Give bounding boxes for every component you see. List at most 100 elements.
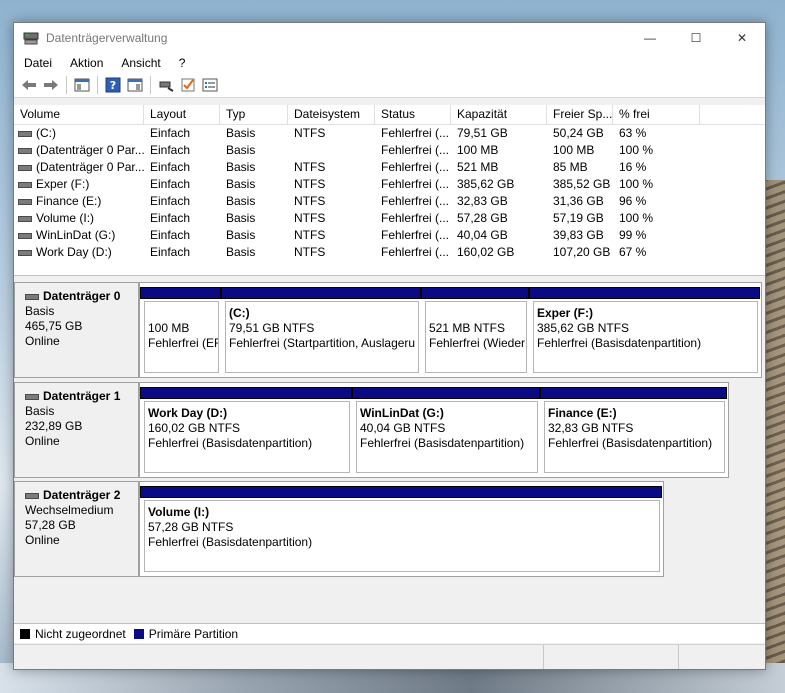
partition-block[interactable]: WinLinDat (G:) 40,04 GB NTFS Fehlerfrei (B…: [352, 387, 540, 473]
cell-prozent-frei: 63 %: [619, 126, 647, 140]
partition-size: 32,83 GB NTFS: [548, 421, 634, 435]
cell-status: Fehlerfrei (...: [381, 143, 450, 157]
cell-dateisystem: NTFS: [294, 228, 326, 242]
partition-name: Finance (E:): [548, 406, 617, 420]
volume-name: Finance (E:): [36, 194, 102, 208]
disk-icon: [25, 492, 39, 499]
svg-text:?: ?: [110, 79, 116, 92]
volume-row[interactable]: Volume (I:) Einfach Basis NTFS Fehlerfrei (.…: [14, 210, 765, 227]
column-header-dateisystem[interactable]: Dateisystem: [288, 105, 375, 124]
partition-name: Exper (F:): [537, 306, 594, 320]
menu-aktion[interactable]: Aktion: [64, 56, 109, 70]
cell-layout: Einfach: [150, 177, 191, 191]
partition-block[interactable]: Exper (F:) 385,62 GB NTFS Fehlerfrei (Basi…: [529, 287, 760, 373]
partition-status: Fehlerfrei (Basisdatenpartition): [548, 436, 713, 450]
properties-icon: [127, 78, 143, 92]
menu-ansicht[interactable]: Ansicht: [115, 56, 166, 70]
cell-layout: Einfach: [150, 211, 191, 225]
volume-row[interactable]: Exper (F:) Einfach Basis NTFS Fehlerfrei (..…: [14, 176, 765, 193]
maximize-icon: ☐: [690, 31, 702, 45]
partition-block[interactable]: ​521 MB NTFSFehlerfrei (Wieder: [421, 287, 529, 373]
volume-row[interactable]: Work Day (D:) Einfach Basis NTFS Fehlerfrei …: [14, 244, 765, 261]
settings-list-button[interactable]: [199, 75, 221, 95]
cell-freier-speicher: 107,20 GB: [553, 245, 611, 259]
volume-list-header: Volume Layout Typ Dateisystem Status Kap…: [14, 105, 765, 125]
partition-block[interactable]: Work Day (D:) 160,02 GB NTFS Fehlerfrei (B…: [140, 387, 352, 473]
drive-icon: [18, 147, 32, 154]
volume-row[interactable]: (Datenträger 0 Par... Einfach Basis NTFS Feh…: [14, 159, 765, 176]
menu-help[interactable]: ?: [173, 56, 192, 70]
drive-icon: [18, 249, 32, 256]
volume-row[interactable]: Finance (E:) Einfach Basis NTFS Fehlerfrei (…: [14, 193, 765, 210]
cell-status: Fehlerfrei (...: [381, 194, 450, 208]
cell-layout: Einfach: [150, 228, 191, 242]
partition-body: Finance (E:) 32,83 GB NTFS Fehlerfrei (Bas…: [544, 401, 725, 473]
disk-management-window: Datenträgerverwaltung — ☐ ✕ Datei Aktion…: [13, 22, 766, 670]
disk-name: Datenträger 2: [25, 488, 138, 503]
disk-label[interactable]: Datenträger 2 Wechselmedium 57,28 GB Online: [14, 481, 139, 577]
partition-size: 100 MB: [148, 321, 190, 335]
cell-typ: Basis: [226, 194, 256, 208]
disk-label[interactable]: Datenträger 0 Basis 465,75 GB Online: [14, 282, 139, 378]
column-header-prozent-frei[interactable]: % frei: [613, 105, 700, 124]
help-button[interactable]: ?: [102, 75, 124, 95]
disk-type: Basis: [25, 304, 55, 318]
partition-status: Fehlerfrei (Wieder: [429, 336, 526, 350]
cell-volume: (Datenträger 0 Par...: [14, 142, 144, 159]
drive-icon: [18, 164, 32, 171]
disk-name-text: Datenträger 0: [43, 289, 121, 303]
partition-name: Volume (I:): [148, 505, 210, 519]
partition-status: Fehlerfrei (Basisdatenpartition): [360, 436, 525, 450]
column-header-kapazitaet[interactable]: Kapazität: [451, 105, 547, 124]
cell-kapazitaet: 160,02 GB: [457, 245, 515, 259]
partition-body: (C:) 79,51 GB NTFS Fehlerfrei (Startpartit…: [225, 301, 419, 373]
close-button[interactable]: ✕: [719, 23, 765, 53]
column-header-freier-speicher[interactable]: Freier Sp...: [547, 105, 613, 124]
cell-dateisystem: NTFS: [294, 194, 326, 208]
disk-2: Datenträger 2 Wechselmedium 57,28 GB Online…: [14, 481, 664, 577]
volume-row[interactable]: WinLinDat (G:) Einfach Basis NTFS Fehlerfrei…: [14, 227, 765, 244]
properties-button[interactable]: [124, 75, 146, 95]
cell-freier-speicher: 85 MB: [553, 160, 588, 174]
partition-size: 57,28 GB NTFS: [148, 520, 234, 534]
toolbar: ?: [14, 73, 765, 98]
rescan-button[interactable]: [155, 75, 177, 95]
drive-icon: [18, 198, 32, 205]
volume-row[interactable]: (Datenträger 0 Par... Einfach Basis Fehlerf…: [14, 142, 765, 159]
partition-block[interactable]: Finance (E:) 32,83 GB NTFS Fehlerfrei (Bas…: [540, 387, 727, 473]
volume-list: Volume Layout Typ Dateisystem Status Kap…: [14, 105, 765, 276]
cell-kapazitaet: 57,28 GB: [457, 211, 508, 225]
column-header-typ[interactable]: Typ: [220, 105, 288, 124]
disk-partition-area: Volume (I:) 57,28 GB NTFS Fehlerfrei (Basi…: [139, 481, 664, 577]
console-tree-button[interactable]: [71, 75, 93, 95]
volume-row[interactable]: (C:) Einfach Basis NTFS Fehlerfrei (... 79,51…: [14, 125, 765, 142]
disk-label[interactable]: Datenträger 1 Basis 232,89 GB Online: [14, 382, 139, 478]
cell-typ: Basis: [226, 143, 256, 157]
cell-layout: Einfach: [150, 126, 191, 140]
cell-kapazitaet: 385,62 GB: [457, 177, 515, 191]
partition-block[interactable]: (C:) 79,51 GB NTFS Fehlerfrei (Startpartit…: [221, 287, 421, 373]
cell-dateisystem: NTFS: [294, 160, 326, 174]
drive-icon: [18, 130, 32, 137]
volume-name: Volume (I:): [36, 211, 95, 225]
partition-type-bar: [140, 486, 662, 498]
menu-datei[interactable]: Datei: [18, 56, 58, 70]
partition-type-bar: [352, 387, 540, 399]
cell-status: Fehlerfrei (...: [381, 228, 450, 242]
partition-body: ​521 MB NTFSFehlerfrei (Wieder: [425, 301, 527, 373]
cell-dateisystem: [288, 142, 375, 159]
back-button[interactable]: [18, 75, 40, 95]
minimize-button[interactable]: —: [627, 23, 673, 53]
column-header-layout[interactable]: Layout: [144, 105, 220, 124]
forward-button[interactable]: [40, 75, 62, 95]
disk-size: 232,89 GB: [25, 419, 83, 433]
partition-block[interactable]: Volume (I:) 57,28 GB NTFS Fehlerfrei (Basi…: [140, 486, 662, 572]
maximize-button[interactable]: ☐: [673, 23, 719, 53]
window-title: Datenträgerverwaltung: [46, 31, 168, 45]
partition-block[interactable]: ​100 MBFehlerfrei (EF: [140, 287, 221, 373]
partition-body: ​100 MBFehlerfrei (EF: [144, 301, 219, 373]
cell-dateisystem: NTFS: [294, 177, 326, 191]
column-header-status[interactable]: Status: [375, 105, 451, 124]
column-header-volume[interactable]: Volume: [14, 105, 144, 124]
check-button[interactable]: [177, 75, 199, 95]
